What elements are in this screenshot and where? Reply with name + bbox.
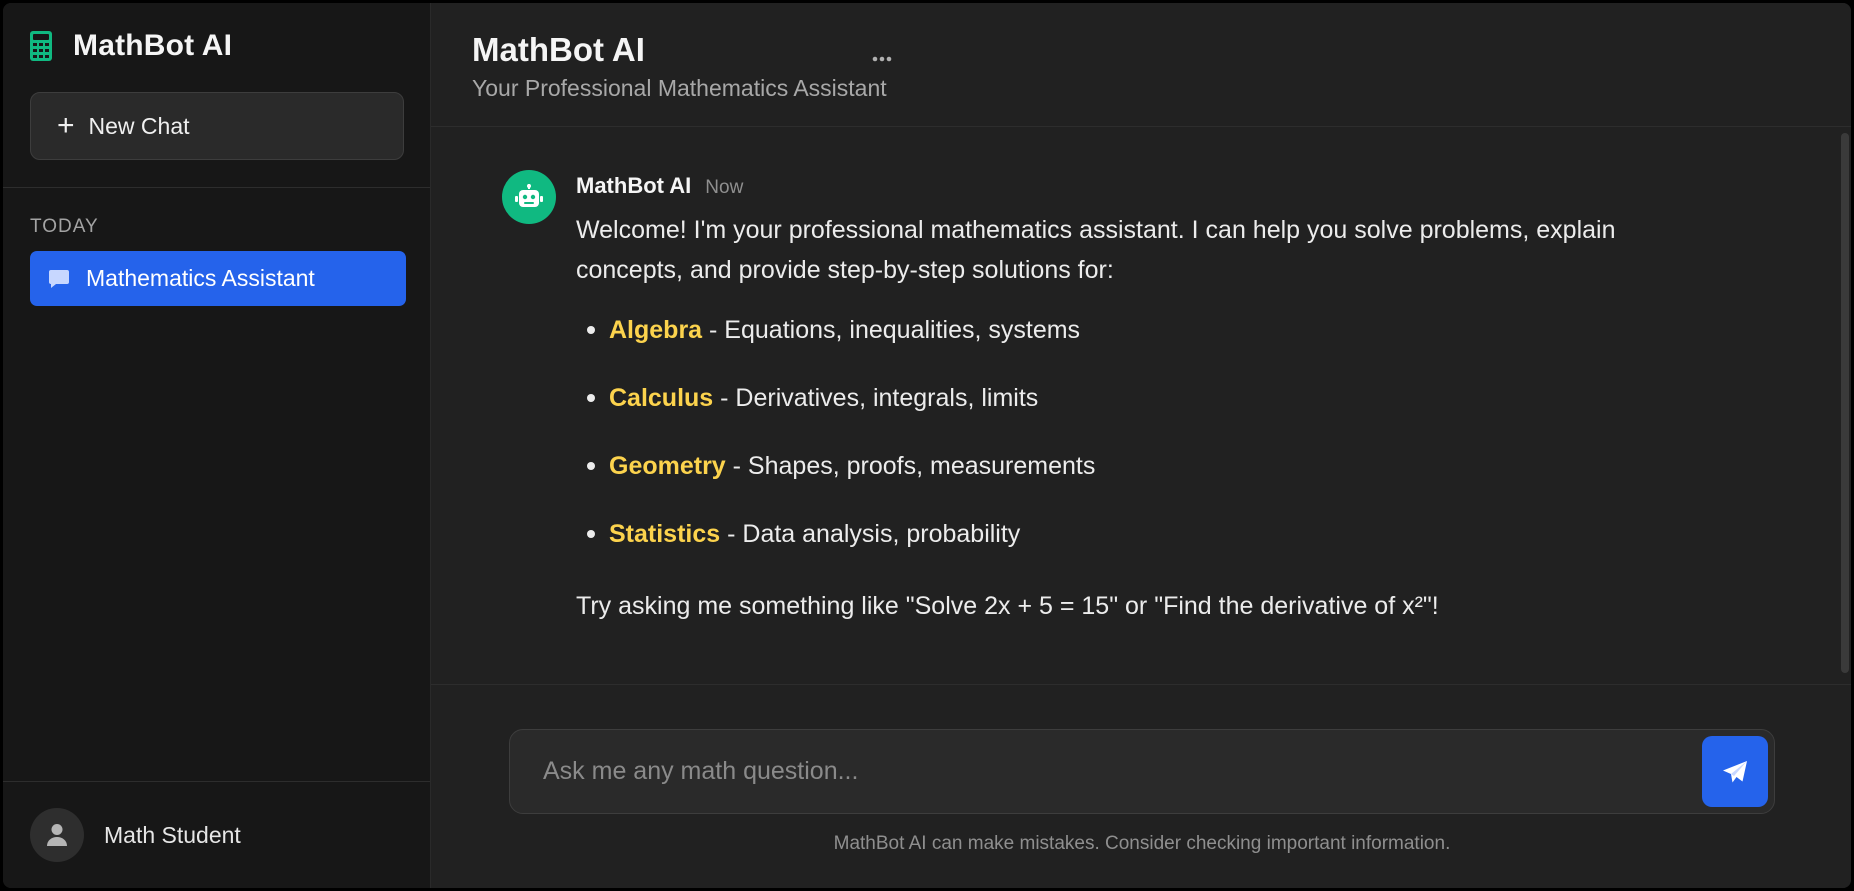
list-item: Calculus - Derivatives, integrals, limit…	[576, 378, 1696, 446]
list-item: Statistics - Data analysis, probability	[576, 514, 1696, 582]
app-frame: MathBot AI + New Chat TODAY Mathematics …	[3, 3, 1851, 888]
page-title: MathBot AI	[472, 31, 645, 68]
message-input[interactable]	[510, 730, 1710, 813]
topic-list: Algebra - Equations, inequalities, syste…	[576, 310, 1696, 582]
chat-header: MathBot AI Your Professional Mathematics…	[431, 3, 1851, 127]
ellipsis-icon	[872, 56, 892, 62]
main-panel: MathBot AI Your Professional Mathematics…	[431, 3, 1851, 888]
new-chat-button[interactable]: + New Chat	[30, 92, 404, 160]
calculator-icon	[27, 28, 55, 64]
message-header: MathBot AI Now	[576, 173, 743, 199]
composer	[509, 729, 1775, 814]
plus-icon: +	[57, 109, 75, 142]
list-item: Geometry - Shapes, proofs, measurements	[576, 446, 1696, 514]
message-outro: Try asking me something like "Solve 2x +…	[576, 592, 1439, 620]
sidebar: MathBot AI + New Chat TODAY Mathematics …	[3, 3, 431, 888]
new-chat-label: New Chat	[88, 112, 190, 139]
list-item: Algebra - Equations, inequalities, syste…	[576, 310, 1696, 378]
more-options-button[interactable]	[867, 47, 897, 71]
brand: MathBot AI	[3, 3, 430, 89]
topic-name: Calculus	[609, 384, 714, 412]
avatar	[30, 808, 84, 862]
send-button[interactable]	[1702, 736, 1768, 807]
app-window: MathBot AI + New Chat TODAY Mathematics …	[0, 0, 1854, 891]
scrollbar[interactable]	[1841, 133, 1849, 673]
topic-name: Algebra	[609, 316, 703, 344]
brand-title: MathBot AI	[73, 29, 233, 62]
message-icon	[48, 268, 72, 290]
message-timestamp: Now	[705, 177, 744, 198]
disclaimer: MathBot AI can make mistakes. Consider c…	[833, 833, 1451, 854]
robot-icon	[502, 170, 556, 224]
topic-description: - Equations, inequalities, systems	[702, 316, 1081, 344]
paper-plane-icon	[1723, 760, 1747, 782]
chat-item-mathematics-assistant[interactable]: Mathematics Assistant	[30, 251, 406, 306]
topic-name: Statistics	[609, 520, 721, 548]
message-intro: Welcome! I'm your professional mathemati…	[576, 216, 1616, 284]
sidebar-divider	[3, 187, 430, 188]
user-icon	[47, 824, 67, 846]
message-body: Welcome! I'm your professional mathemati…	[576, 210, 1696, 626]
topic-description: - Shapes, proofs, measurements	[725, 452, 1096, 480]
user-profile[interactable]: Math Student	[3, 781, 430, 888]
topic-description: - Data analysis, probability	[720, 520, 1021, 548]
user-name: Math Student	[104, 821, 241, 848]
chat-item-label: Mathematics Assistant	[86, 265, 315, 291]
message-list: MathBot AI Now Welcome! I'm your profess…	[431, 128, 1851, 685]
message-author: MathBot AI	[576, 173, 692, 198]
page-subtitle: Your Professional Mathematics Assistant	[472, 75, 887, 101]
section-label-today: TODAY	[30, 216, 99, 237]
topic-name: Geometry	[609, 452, 726, 480]
topic-description: - Derivatives, integrals, limits	[713, 384, 1039, 412]
